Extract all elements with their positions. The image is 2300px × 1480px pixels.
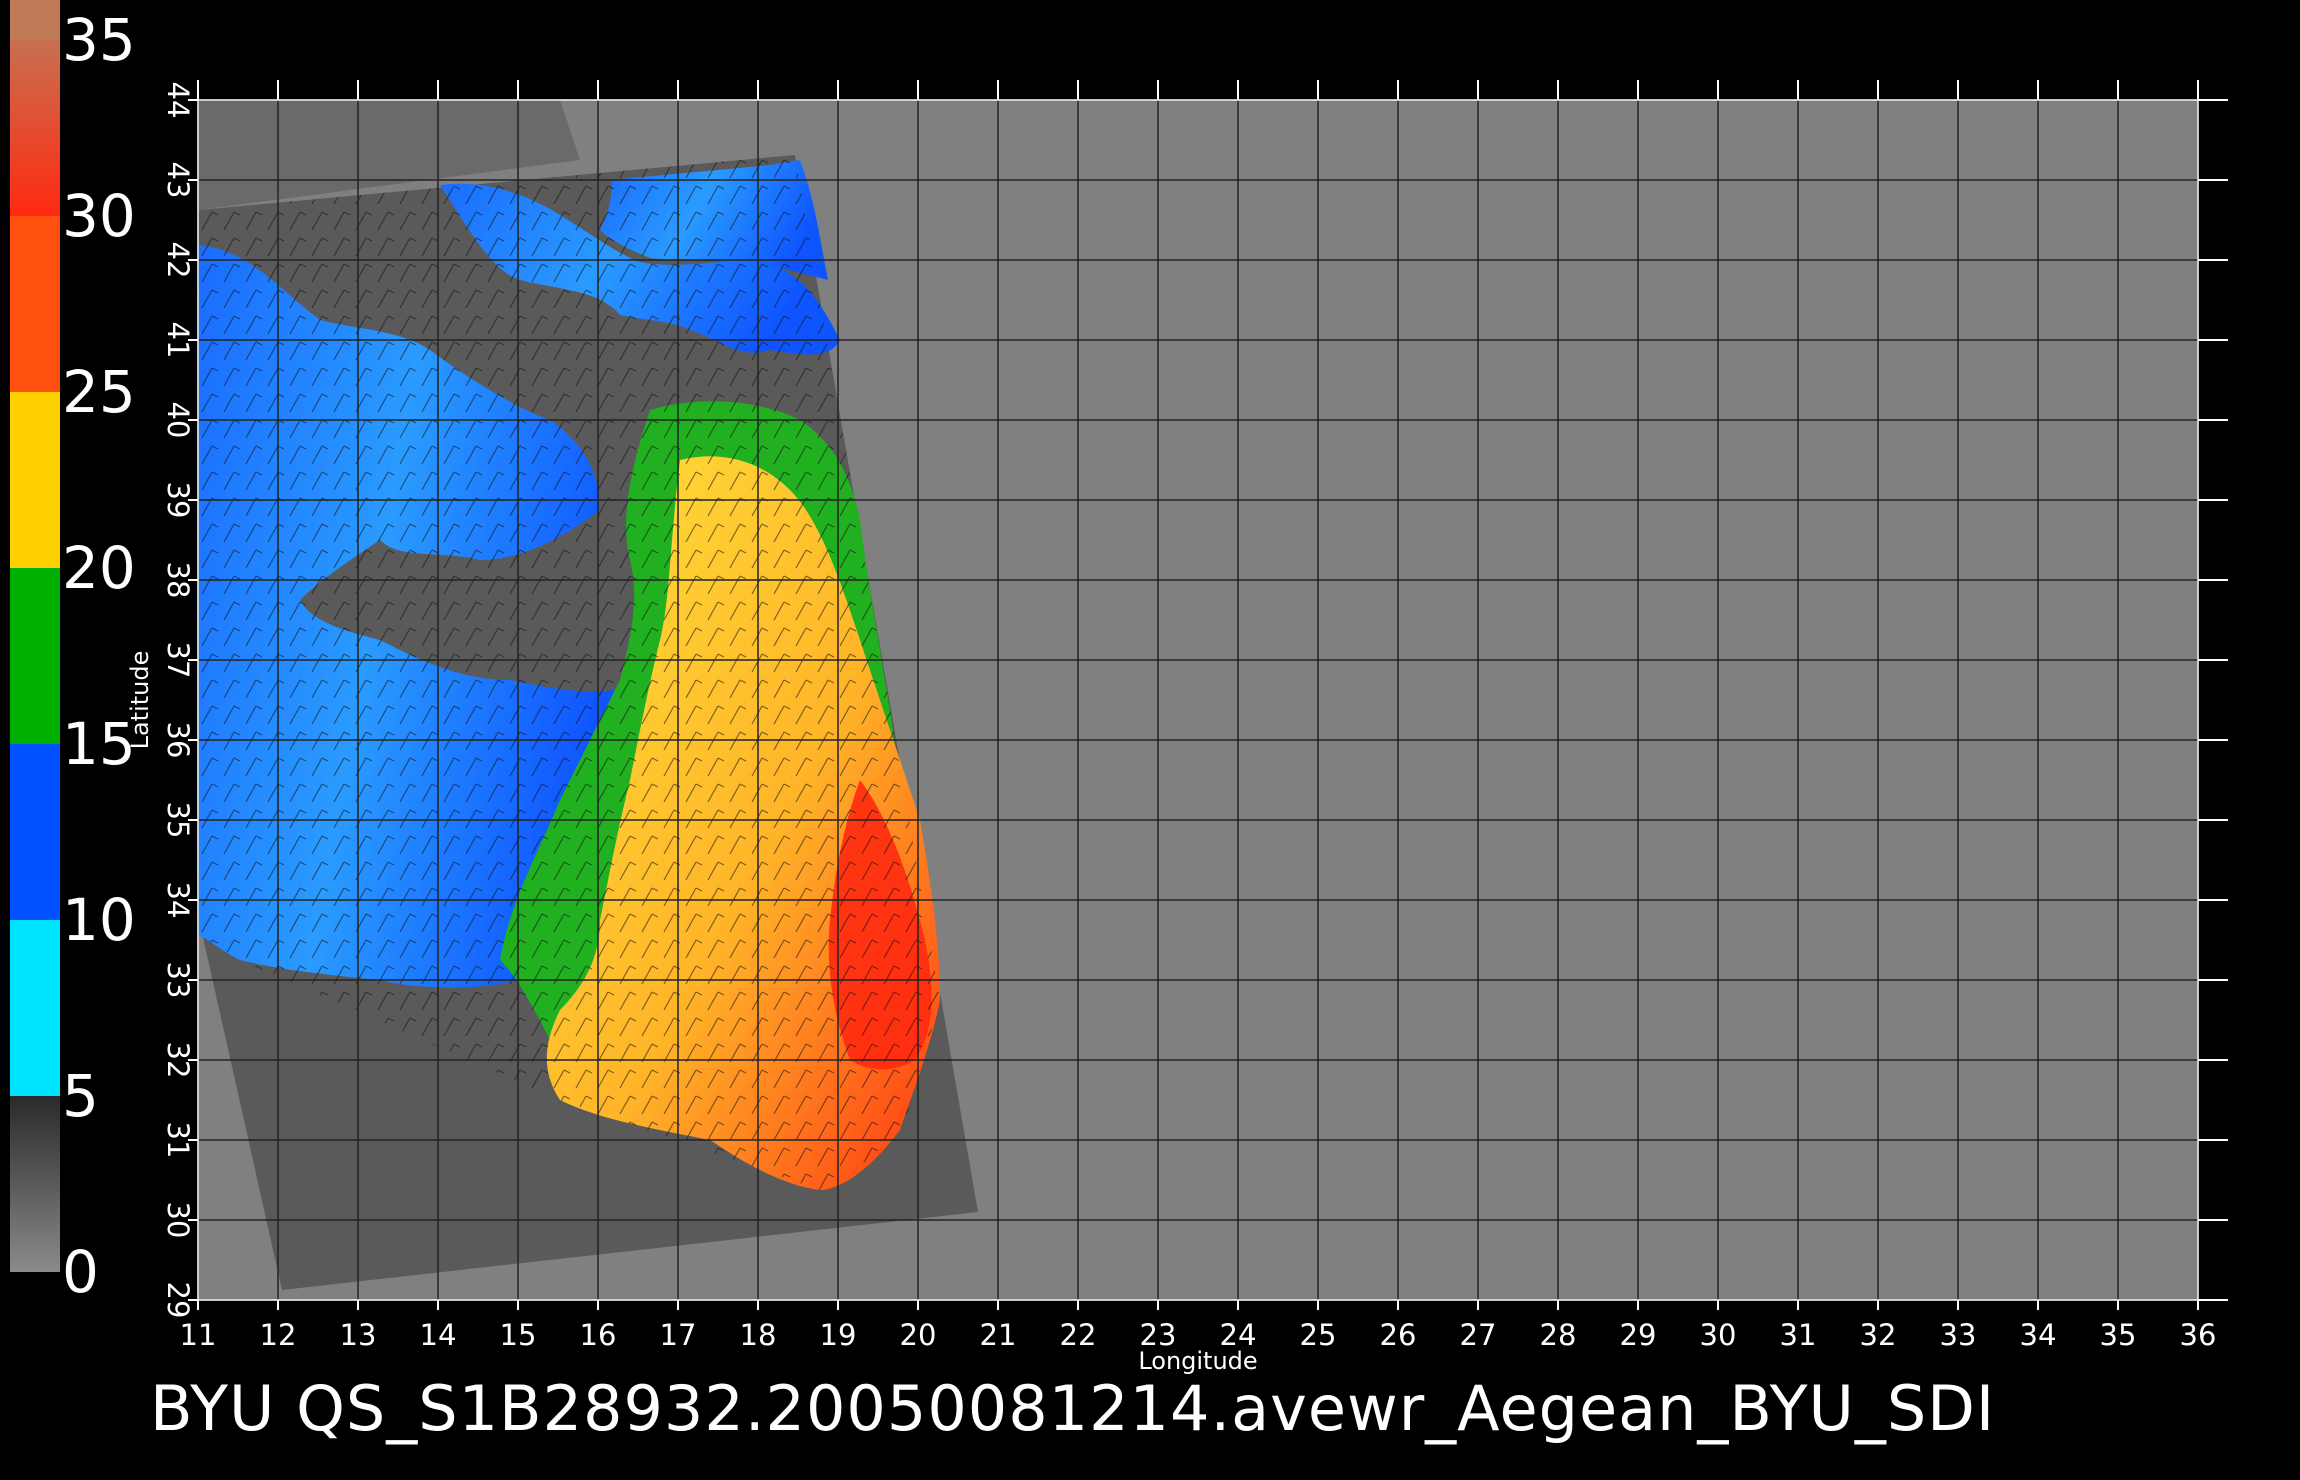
colorbar-tick-35: 35 — [62, 6, 136, 74]
lat-tick-37: 37 — [161, 642, 195, 679]
lon-tick-32: 32 — [1860, 1318, 1897, 1352]
colorbar-tick-labels: 0 5 10 15 20 25 30 35 — [62, 6, 136, 1306]
colorbar-segment-10-15 — [10, 744, 60, 920]
lon-tick-27: 27 — [1460, 1318, 1497, 1352]
colorbar-tick-15: 15 — [62, 710, 136, 778]
lat-tick-43: 43 — [161, 162, 195, 199]
lat-tick-40: 40 — [161, 402, 195, 439]
image-caption: BYU QS_S1B28932.20050081214.avewr_Aegean… — [150, 1372, 1996, 1445]
lon-tick-26: 26 — [1380, 1318, 1417, 1352]
colorbar-segment-25-30 — [10, 216, 60, 392]
colorbar-segment-5-10 — [10, 920, 60, 1096]
lon-tick-35: 35 — [2100, 1318, 2137, 1352]
lat-tick-32: 32 — [161, 1042, 195, 1079]
colorbar-segment-15-20 — [10, 568, 60, 744]
lat-tick-42: 42 — [161, 242, 195, 279]
colorbar-segment-0-5 — [10, 1096, 60, 1272]
lon-tick-17: 17 — [660, 1318, 697, 1352]
colorbar-tick-10: 10 — [62, 886, 136, 954]
lat-tick-35: 35 — [161, 802, 195, 839]
lon-tick-13: 13 — [340, 1318, 377, 1352]
lat-tick-36: 36 — [161, 722, 195, 759]
lon-tick-19: 19 — [820, 1318, 857, 1352]
lon-tick-16: 16 — [580, 1318, 617, 1352]
lat-tick-39: 39 — [161, 482, 195, 519]
y-axis-title: Latitude — [126, 651, 154, 750]
lon-tick-29: 29 — [1620, 1318, 1657, 1352]
colorbar-tick-0: 0 — [62, 1238, 99, 1306]
lon-tick-11: 11 — [180, 1318, 217, 1352]
lon-tick-22: 22 — [1060, 1318, 1097, 1352]
lon-tick-30: 30 — [1700, 1318, 1737, 1352]
lon-tick-21: 21 — [980, 1318, 1017, 1352]
colorbar-tick-30: 30 — [62, 182, 136, 250]
colorbar-segment-20-25 — [10, 392, 60, 568]
lon-tick-18: 18 — [740, 1318, 777, 1352]
colorbar-segment-30-35 — [10, 40, 60, 216]
lon-tick-34: 34 — [2020, 1318, 2057, 1352]
lon-tick-15: 15 — [500, 1318, 537, 1352]
lat-tick-29: 29 — [161, 1282, 195, 1319]
lat-tick-41: 41 — [161, 322, 195, 359]
lon-tick-20: 20 — [900, 1318, 937, 1352]
colorbar-tick-5: 5 — [62, 1062, 99, 1130]
lat-tick-31: 31 — [161, 1122, 195, 1159]
colorbar-top-cap — [10, 0, 60, 40]
lon-tick-14: 14 — [420, 1318, 457, 1352]
colorbar-tick-25: 25 — [62, 358, 136, 426]
x-axis-title: Longitude — [1138, 1347, 1257, 1375]
latitude-tick-labels: 29 30 31 32 33 34 35 36 37 38 39 40 41 42 43 44 — [161, 82, 195, 1319]
lat-tick-30: 30 — [161, 1202, 195, 1239]
lon-tick-25: 25 — [1300, 1318, 1337, 1352]
lon-tick-31: 31 — [1780, 1318, 1817, 1352]
lon-tick-28: 28 — [1540, 1318, 1577, 1352]
lon-tick-36: 36 — [2180, 1318, 2217, 1352]
lat-tick-33: 33 — [161, 962, 195, 999]
lon-tick-33: 33 — [1940, 1318, 1977, 1352]
lon-tick-12: 12 — [260, 1318, 297, 1352]
wind-speed-colorbar — [10, 0, 60, 1272]
lat-tick-38: 38 — [161, 562, 195, 599]
wind-map-figure: 0 5 10 15 20 25 30 35 11 12 13 14 15 16 17 18 19 20 21 22 2… — [10, 0, 2228, 1375]
lat-tick-34: 34 — [161, 882, 195, 919]
colorbar-tick-20: 20 — [62, 534, 136, 602]
lat-tick-44: 44 — [161, 82, 195, 119]
